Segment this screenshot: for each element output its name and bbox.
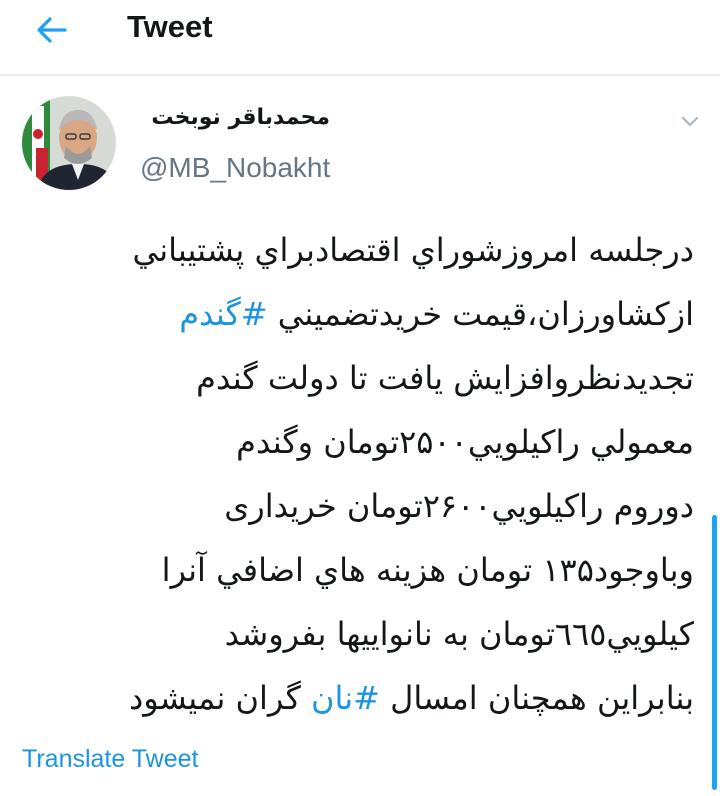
tweet-line-text: گران نميشود [128, 679, 311, 717]
chevron-down-icon [681, 116, 699, 127]
tweet-line-text: ازكشاورزان،قيمت خريدتضميني [267, 295, 694, 333]
more-options-button[interactable] [676, 110, 704, 134]
tweet-line-text: بنابراين همچنان امسال [379, 679, 694, 717]
tweet-line: تجديدنظروافزايش يافت تا دولت گندم [196, 359, 694, 397]
author-name[interactable]: محمدباقر نوبخت [140, 103, 330, 133]
page-title: Tweet [127, 9, 213, 44]
tweet-line: معمولي راكيلويي۲۵۰۰تومان وگندم [236, 423, 694, 461]
author-handle[interactable]: @MB_Nobakht [140, 150, 330, 186]
tweet-line: دوروم راكيلويي۲۶۰۰تومان خريداری [224, 487, 694, 525]
back-button[interactable] [30, 8, 74, 52]
translate-tweet-link[interactable]: Translate Tweet [22, 742, 198, 776]
arrow-left-icon [37, 17, 67, 43]
tweet-line: بنابراين همچنان امسال #نان گران نميشود [26, 666, 694, 730]
tweet-line: درجلسه امروزشوراي اقتصادبراي پشتيباني [132, 231, 694, 269]
tweet-text: درجلسه امروزشوراي اقتصادبراي پشتيباني از… [26, 218, 694, 730]
tweet-line: وباوجود۱۳۵ تومان هزينه هاي اضافي آنرا [161, 551, 694, 589]
top-bar: Tweet [0, 0, 720, 76]
scrollbar[interactable] [712, 515, 717, 790]
tweet-line: كيلويي٦٦٥تومان به نانواييها بفروشد [224, 615, 694, 653]
tweet-line: ازكشاورزان،قيمت خريدتضميني #گندم [26, 282, 694, 346]
hashtag-link[interactable]: #گندم [179, 295, 267, 333]
profile-photo [22, 96, 116, 190]
avatar[interactable] [22, 96, 116, 190]
hashtag-link[interactable]: #نان [311, 679, 380, 717]
